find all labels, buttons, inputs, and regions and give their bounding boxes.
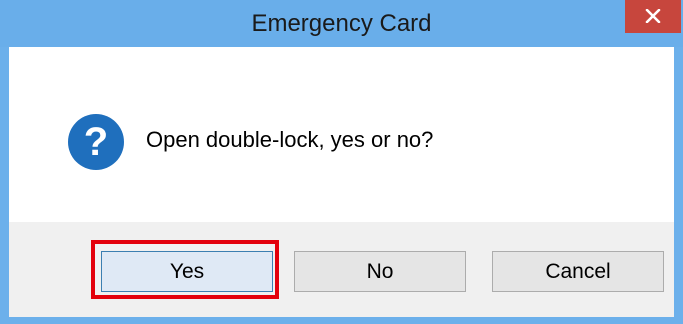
- yes-button[interactable]: Yes: [101, 251, 273, 292]
- close-icon: [645, 9, 661, 23]
- cancel-button[interactable]: Cancel: [492, 251, 664, 292]
- dialog-message: Open double-lock, yes or no?: [146, 127, 434, 152]
- message-area: ? Open double-lock, yes or no?: [9, 47, 674, 222]
- window-title: Emergency Card: [251, 10, 432, 37]
- svg-text:?: ?: [84, 120, 108, 164]
- question-icon: ?: [68, 114, 124, 170]
- dialog-body: ? Open double-lock, yes or no? Yes No Ca…: [9, 47, 674, 317]
- close-button[interactable]: [625, 0, 681, 33]
- dialog-window: Emergency Card ? Open double-lock, yes o…: [0, 0, 683, 324]
- title-bar[interactable]: Emergency Card: [0, 0, 683, 47]
- no-button[interactable]: No: [294, 251, 466, 292]
